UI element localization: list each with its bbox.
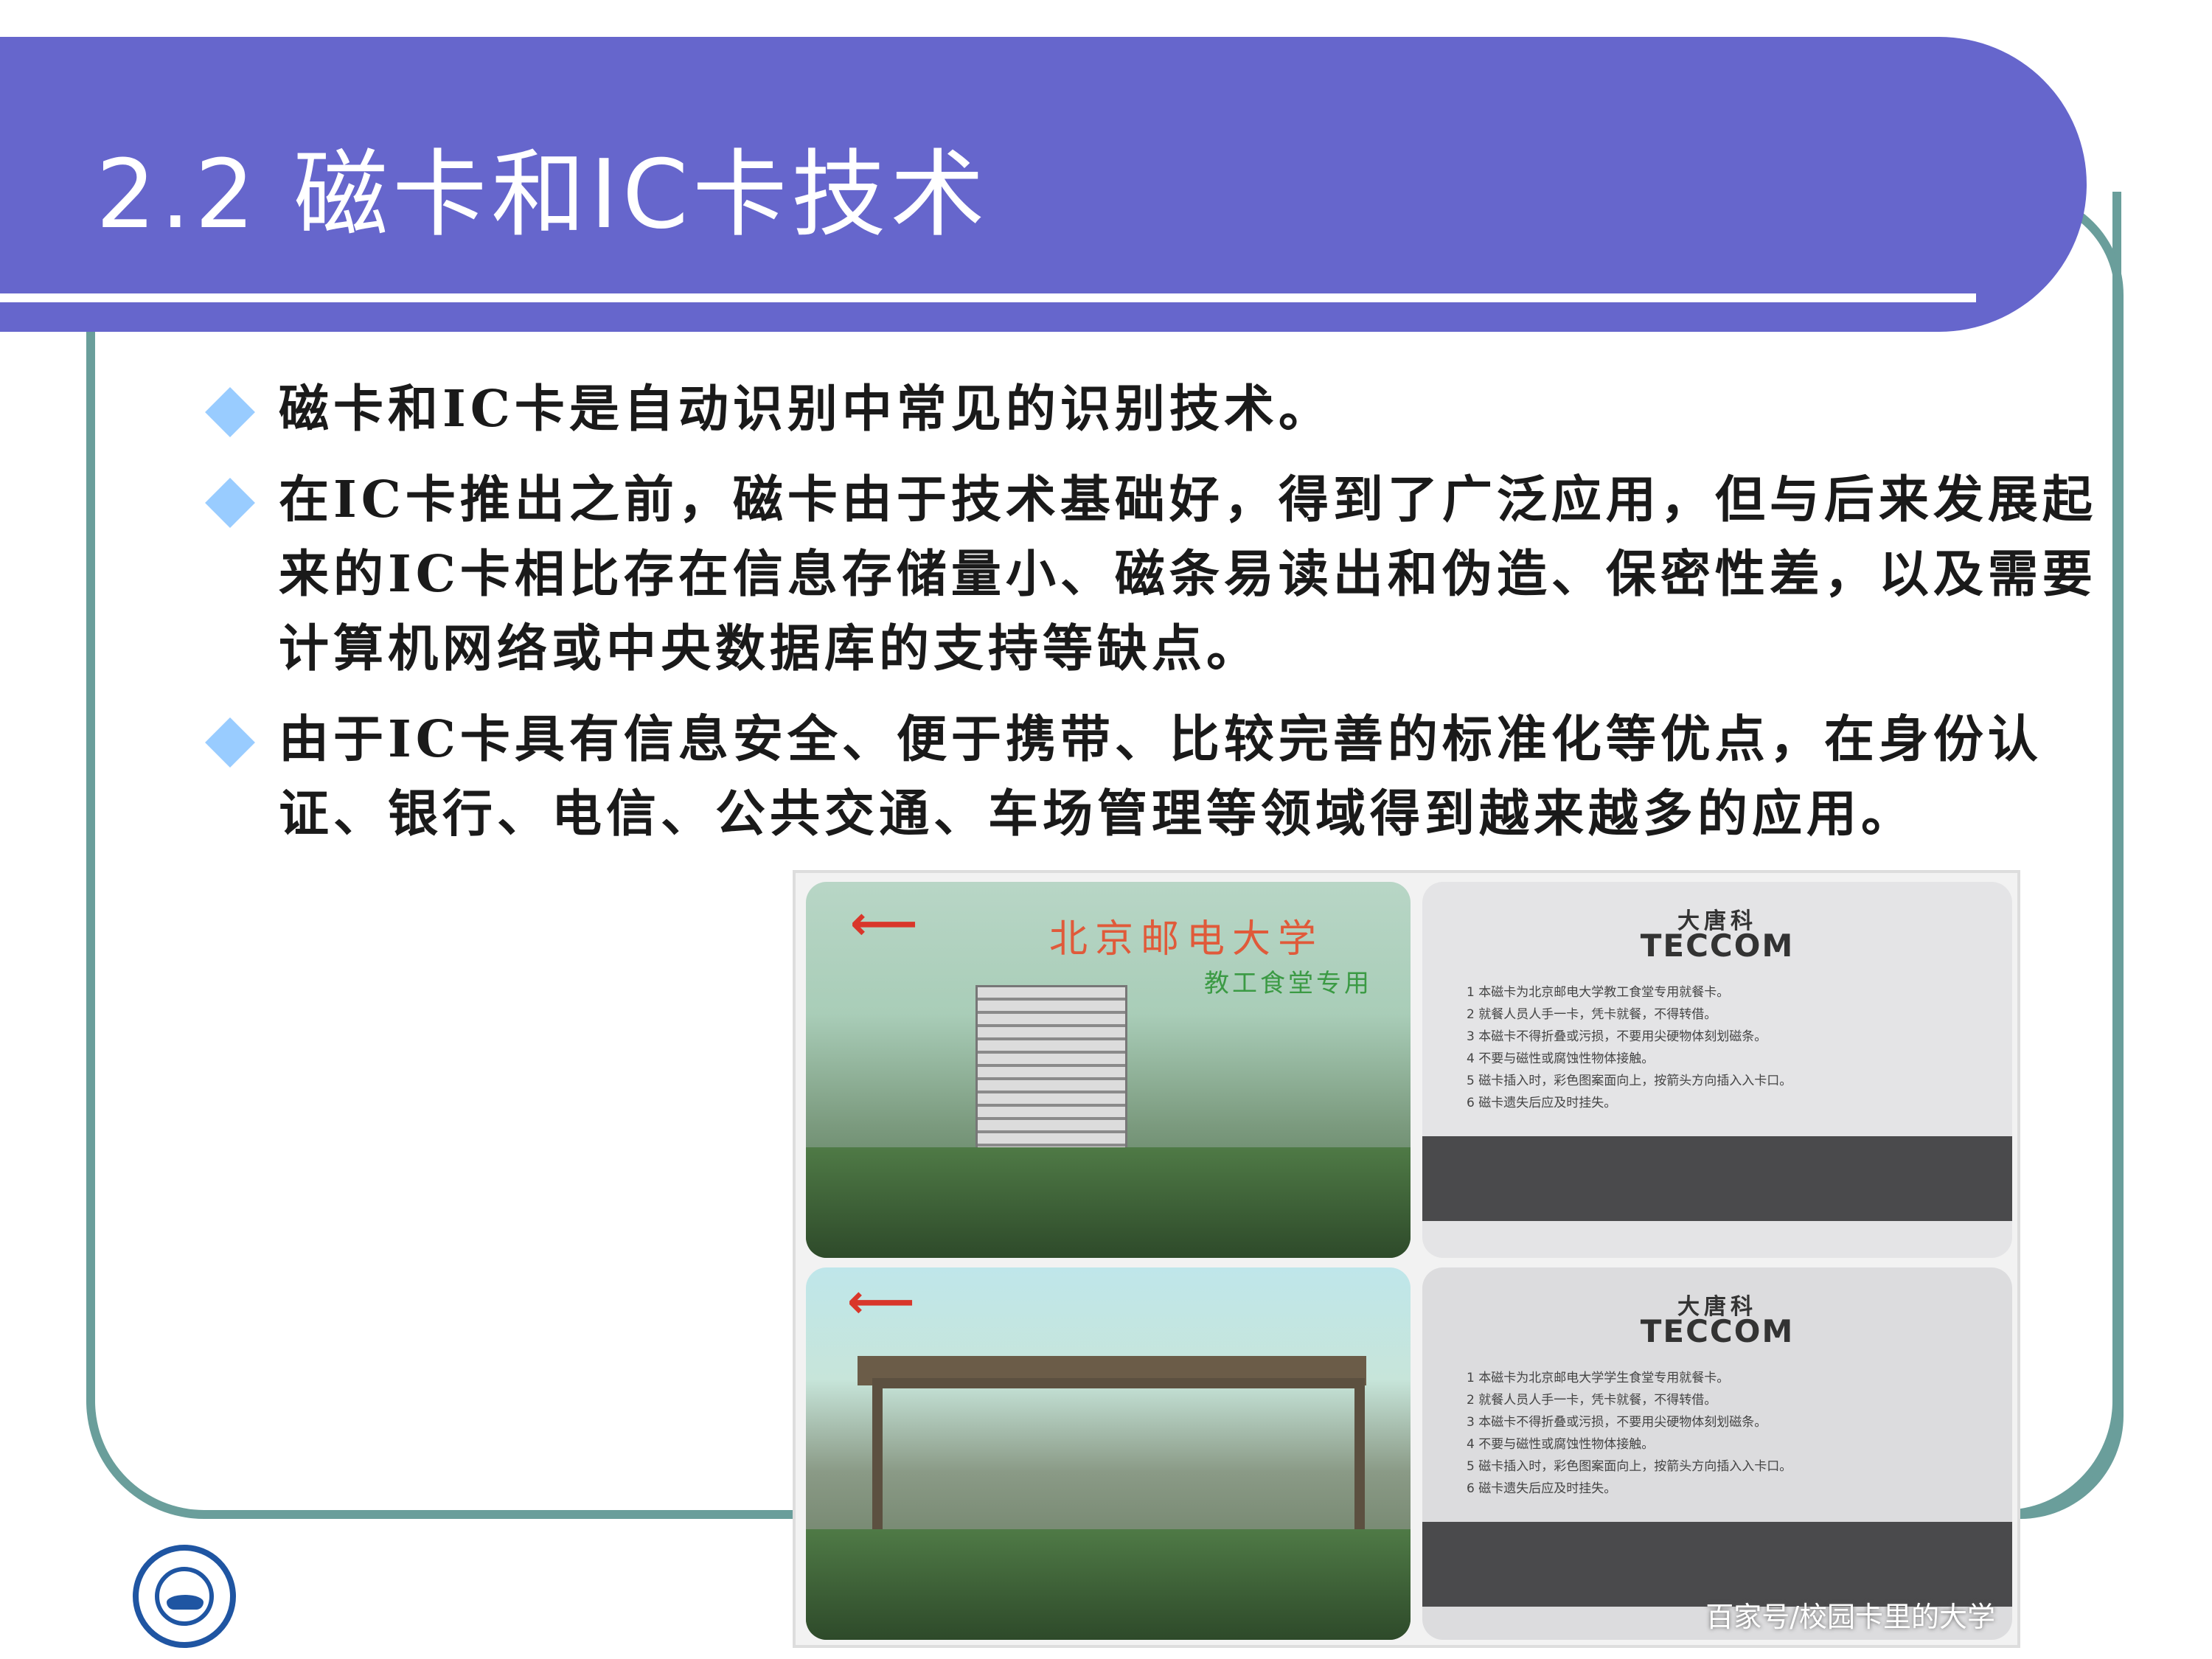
card-rules: 1 本磁卡为北京邮电大学教工食堂专用就餐卡。 2 就餐人员人手一卡，凭卡就餐，不… <box>1467 981 1792 1114</box>
magnetic-card-front-1: ⟵ 北京邮电大学 教工食堂专用 <box>806 882 1411 1258</box>
rule-line: 4 不要与磁性或腐蚀性物体接触。 <box>1467 1051 1655 1066</box>
rule-line: 1 本磁卡为北京邮电大学学生食堂专用就餐卡。 <box>1467 1371 1730 1385</box>
card-photo: ⟵ 北京邮电大学 教工食堂专用 大唐科 TECCOM 1 本磁卡为北京邮电大学教… <box>793 870 2020 1648</box>
magnetic-card-back-2: 大唐科 TECCOM 1 本磁卡为北京邮电大学学生食堂专用就餐卡。 2 就餐人员… <box>1422 1267 2012 1640</box>
trees-illustration <box>806 1529 1411 1640</box>
rule-line: 1 本磁卡为北京邮电大学教工食堂专用就餐卡。 <box>1467 985 1730 1000</box>
title-divider <box>0 293 1976 302</box>
trees-illustration <box>806 1147 1411 1258</box>
diamond-bullet-icon <box>205 387 255 437</box>
left-arrow-icon: ⟵ <box>847 1275 915 1329</box>
rule-line: 3 本磁卡不得折叠或污损，不要用尖硬物体刻划磁条。 <box>1467 1415 1767 1430</box>
slide-title: 2.2 磁卡和IC卡技术 <box>96 140 990 250</box>
card-rules: 1 本磁卡为北京邮电大学学生食堂专用就餐卡。 2 就餐人员人手一卡，凭卡就餐，不… <box>1467 1367 1792 1500</box>
rule-line: 2 就餐人员人手一卡，凭卡就餐，不得转借。 <box>1467 1393 1717 1408</box>
bullet-item: 由于IC卡具有信息安全、便于携带、比较完善的标准化等优点，在身份认证、银行、电信… <box>205 703 2109 852</box>
bullet-text: 在IC卡推出之前，磁卡由于技术基础好，得到了广泛应用，但与后来发展起来的IC卡相… <box>279 470 2097 678</box>
bullet-list: 磁卡和IC卡是自动识别中常见的识别技术。 在IC卡推出之前，磁卡由于技术基础好，… <box>205 372 2109 868</box>
rule-line: 6 磁卡遗失后应及时挂失。 <box>1467 1481 1617 1496</box>
rule-line: 2 就餐人员人手一卡，凭卡就餐，不得转借。 <box>1467 1007 1717 1022</box>
university-seal-icon <box>133 1545 236 1648</box>
bullet-item: 磁卡和IC卡是自动识别中常见的识别技术。 <box>205 372 2109 447</box>
bullet-item: 在IC卡推出之前，磁卡由于技术基础好，得到了广泛应用，但与后来发展起来的IC卡相… <box>205 463 2109 686</box>
brand-en: TECCOM <box>1640 928 1795 964</box>
bullet-text: 由于IC卡具有信息安全、便于携带、比较完善的标准化等优点，在身份认证、银行、电信… <box>279 710 2042 844</box>
rule-line: 5 磁卡插入时，彩色图案面向上，按箭头方向插入入卡口。 <box>1467 1074 1792 1088</box>
card-subtitle: 教工食堂专用 <box>1204 969 1372 998</box>
seal-wing <box>167 1595 204 1610</box>
photo-watermark: 百家号/校园卡里的大学 <box>1705 1601 1995 1633</box>
rule-line: 4 不要与磁性或腐蚀性物体接触。 <box>1467 1437 1655 1452</box>
brand-en: TECCOM <box>1640 1313 1795 1349</box>
rule-line: 3 本磁卡不得折叠或污损，不要用尖硬物体刻划磁条。 <box>1467 1029 1767 1044</box>
magnetic-card-back-1: 大唐科 TECCOM 1 本磁卡为北京邮电大学教工食堂专用就餐卡。 2 就餐人员… <box>1422 882 2012 1258</box>
bullet-text: 磁卡和IC卡是自动识别中常见的识别技术。 <box>279 380 1333 439</box>
diamond-bullet-icon <box>205 478 255 528</box>
rule-line: 6 磁卡遗失后应及时挂失。 <box>1467 1096 1617 1110</box>
magnetic-card-front-2: ⟵ <box>806 1267 1411 1640</box>
magnetic-stripe <box>1422 1136 2012 1221</box>
card-title: 北京邮电大学 <box>1049 917 1324 961</box>
left-arrow-icon: ⟵ <box>850 897 918 951</box>
diamond-bullet-icon <box>205 717 255 768</box>
rule-line: 5 磁卡插入时，彩色图案面向上，按箭头方向插入入卡口。 <box>1467 1459 1792 1474</box>
